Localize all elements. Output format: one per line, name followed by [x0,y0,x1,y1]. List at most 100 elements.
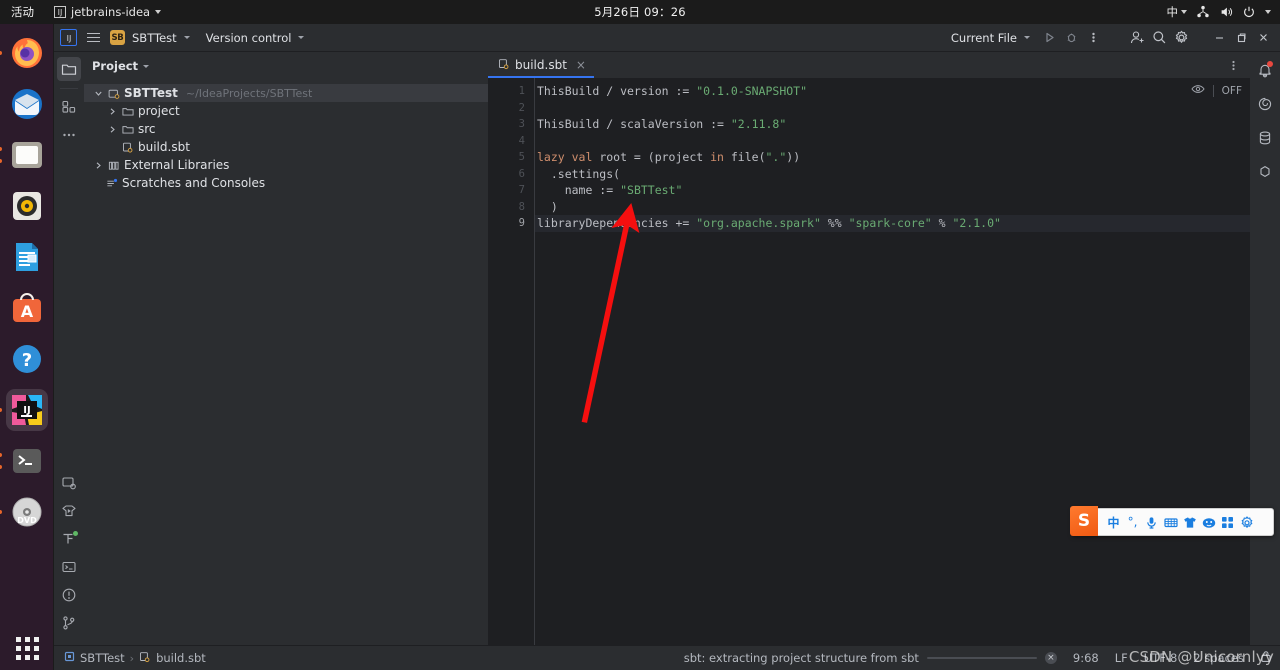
code-editor[interactable]: 1 2 3 4 5 6 7 8 9 ThisBuild / version :=… [488,78,1250,645]
code-line[interactable]: ) [535,199,1250,216]
code-token: "SBTTest" [620,183,683,197]
ime-app-grid-button[interactable] [1218,516,1237,529]
chevron-down-icon[interactable] [92,89,104,98]
sidebar-item-commit[interactable] [57,95,81,119]
notifications-icon[interactable] [1253,58,1277,82]
sidebar-item-project[interactable] [57,57,81,81]
search-icon[interactable] [1148,27,1170,49]
maximize-button[interactable] [1230,27,1252,49]
indent-setting[interactable]: 2 spaces [1193,651,1244,665]
ime-voice-input-button[interactable] [1142,516,1161,529]
gear-icon[interactable] [1170,27,1192,49]
sidebar-item-sbt[interactable] [57,471,81,495]
scratches-icon [106,177,118,190]
file-encoding[interactable]: UTF-8 [1144,651,1178,665]
inspection-state-label: OFF [1221,84,1242,97]
project-panel-header[interactable]: Project [84,52,488,80]
chevron-right-icon[interactable] [92,161,104,170]
version-control-widget[interactable]: Version control [202,31,305,45]
maven-icon[interactable] [1253,160,1277,184]
dock-item-help[interactable]: ? [6,338,48,380]
sidebar-item-version-control[interactable] [57,611,81,635]
line-number: 2 [518,101,525,114]
code-line[interactable]: .settings( [535,166,1250,183]
code-token: ) [537,199,558,214]
main-menu-button[interactable] [82,27,104,49]
tree-item-build-sbt[interactable]: build.sbt [84,138,488,156]
project-badge: SB [110,30,125,45]
debug-button[interactable] [1060,27,1082,49]
sogou-logo-icon[interactable]: S [1070,505,1098,536]
dock-item-libreoffice-writer[interactable] [6,236,48,278]
inspection-widget[interactable]: OFF [1191,82,1242,99]
tree-item-label: External Libraries [124,158,230,172]
close-icon[interactable]: × [576,58,586,72]
tree-item-project[interactable]: project [84,102,488,120]
lock-icon[interactable] [1260,650,1272,666]
sidebar-item-run[interactable] [57,499,81,523]
more-actions-button[interactable] [1082,27,1104,49]
line-number: 9 [518,217,525,229]
cancel-task-button[interactable]: × [1044,652,1057,664]
code-line[interactable] [535,133,1250,150]
run-configuration-selector[interactable]: Current File [947,31,1030,45]
folder-icon [122,123,134,136]
chevron-down-icon[interactable] [143,64,150,68]
scala-icon[interactable] [1253,92,1277,116]
code-line[interactable]: name := "SBTTest" [535,182,1250,199]
tree-item-src[interactable]: src [84,120,488,138]
dock-item-firefox[interactable] [0,32,48,74]
sidebar-item-more-tool-windows[interactable] [57,123,81,147]
tree-item-label: build.sbt [138,140,190,154]
tree-item-sbttest[interactable]: SBTTest ~/IdeaProjects/SBTTest [84,84,488,102]
editor-tab-build-sbt[interactable]: build.sbt × [488,52,594,78]
ime-chinese-mode-button[interactable]: 中 [1104,514,1123,531]
ime-skin-button[interactable] [1180,516,1199,529]
dock-item-terminal[interactable] [0,440,48,482]
chevron-right-icon[interactable] [106,107,118,116]
run-button[interactable] [1038,27,1060,49]
more-actions-button[interactable] [1222,54,1244,76]
chevron-right-icon[interactable] [106,125,118,134]
breadcrumb-project[interactable]: SBTTest [80,651,125,665]
dock-item-dvd[interactable]: DVD [0,491,48,533]
intellij-logo-icon[interactable]: IJ [60,29,77,46]
sidebar-item-terminal[interactable] [57,555,81,579]
database-icon[interactable] [1253,126,1277,150]
code-line[interactable]: lazy val root = (project in file(".")) [535,149,1250,166]
code-content[interactable]: ThisBuild / version := "0.1.0-SNAPSHOT" T… [535,78,1250,645]
breadcrumb[interactable]: SBTTest › build.sbt [64,651,206,666]
editor-tab-label: build.sbt [515,58,567,72]
code-line[interactable] [535,100,1250,117]
dock-item-files[interactable] [0,134,48,176]
code-token: libraryDependencies += [537,216,697,230]
tree-item-scratches-and-consoles[interactable]: Scratches and Consoles [84,174,488,192]
dock-item-thunderbird[interactable] [6,83,48,125]
project-widget[interactable]: SB SBTTest [110,30,190,45]
code-token: ThisBuild / version := [537,84,697,98]
eye-icon[interactable] [1191,82,1205,99]
clock[interactable]: 5月26日 09：26 [0,4,1280,20]
show-applications-button[interactable] [0,637,54,660]
dock-item-ubuntu-software[interactable]: A [6,287,48,329]
sogou-ime-toolbar[interactable]: S 中 °, [1070,505,1274,536]
code-line[interactable]: ThisBuild / version := "0.1.0-SNAPSHOT" [535,83,1250,100]
ime-settings-button[interactable] [1237,515,1256,529]
minimize-button[interactable] [1208,27,1230,49]
ime-punctuation-button[interactable]: °, [1123,515,1142,529]
dock-item-intellij-idea[interactable]: IJ [0,389,48,431]
close-button[interactable] [1252,27,1274,49]
code-line[interactable]: libraryDependencies += "org.apache.spark… [535,215,1250,232]
sidebar-item-structure[interactable] [57,527,81,551]
ime-emoji-button[interactable] [1199,516,1218,529]
sidebar-item-problems[interactable] [57,583,81,607]
breadcrumb-file[interactable]: build.sbt [156,651,206,665]
ime-soft-keyboard-button[interactable] [1161,516,1180,529]
code-line[interactable]: ThisBuild / scalaVersion := "2.11.8" [535,116,1250,133]
dock-item-rhythmbox[interactable] [6,185,48,227]
tree-item-external-libraries[interactable]: External Libraries [84,156,488,174]
account-icon[interactable] [1126,27,1148,49]
line-separator[interactable]: LF [1115,651,1128,665]
caret-position[interactable]: 9:68 [1073,651,1099,665]
library-icon [108,159,120,172]
